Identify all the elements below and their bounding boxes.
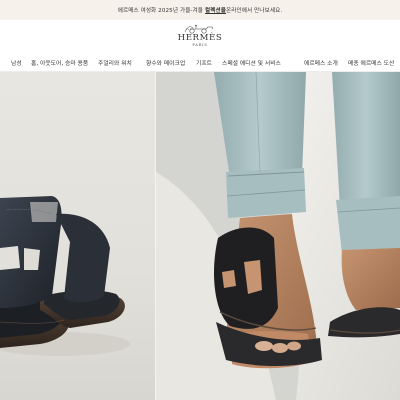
- product-image-left[interactable]: [0, 72, 156, 400]
- sandal-worn-image: [156, 72, 400, 400]
- nav-item-home-outdoor[interactable]: 홈, 아웃도어, 승마 용품: [31, 58, 88, 67]
- nav-item-about[interactable]: 에르메스 소개: [304, 58, 338, 67]
- site-header: HERMÈS PARIS: [0, 20, 400, 52]
- announcement-text-post: 온라인에서 만나보세요.: [226, 8, 283, 14]
- nav-item-gifts[interactable]: 기프트: [196, 58, 212, 67]
- announcement-text-pre: 에르메스 여성화 2025년 가을-겨울: [117, 8, 204, 14]
- nav-item-special-editions[interactable]: 스페셜 에디션 및 서비스: [222, 58, 281, 67]
- announcement-bar[interactable]: 에르메스 여성화 2025년 가을-겨울 컬렉션을 온라인에서 만나보세요.: [0, 0, 400, 20]
- main-nav: 남성 홈, 아웃도어, 승마 용품 주얼리와 워치 향수와 메이크업 기프트 스…: [0, 52, 400, 72]
- nav-item-overflow[interactable]: 메종 에르메스 도산: [348, 58, 394, 67]
- nav-item-jewelry-watches[interactable]: 주얼리와 워치: [98, 58, 132, 67]
- brand-logo[interactable]: HERMÈS PARIS: [0, 24, 400, 47]
- hero-banner[interactable]: [0, 72, 400, 400]
- nav-item-perfume-makeup[interactable]: 향수와 메이크업: [146, 58, 185, 67]
- nav-item-men[interactable]: 남성: [11, 58, 22, 67]
- brand-sub: PARIS: [192, 43, 208, 47]
- sandal-product-image: [0, 196, 130, 356]
- announcement-link[interactable]: 컬렉션을: [205, 6, 226, 14]
- product-image-right[interactable]: [156, 72, 400, 400]
- brand-name: HERMÈS: [177, 33, 223, 43]
